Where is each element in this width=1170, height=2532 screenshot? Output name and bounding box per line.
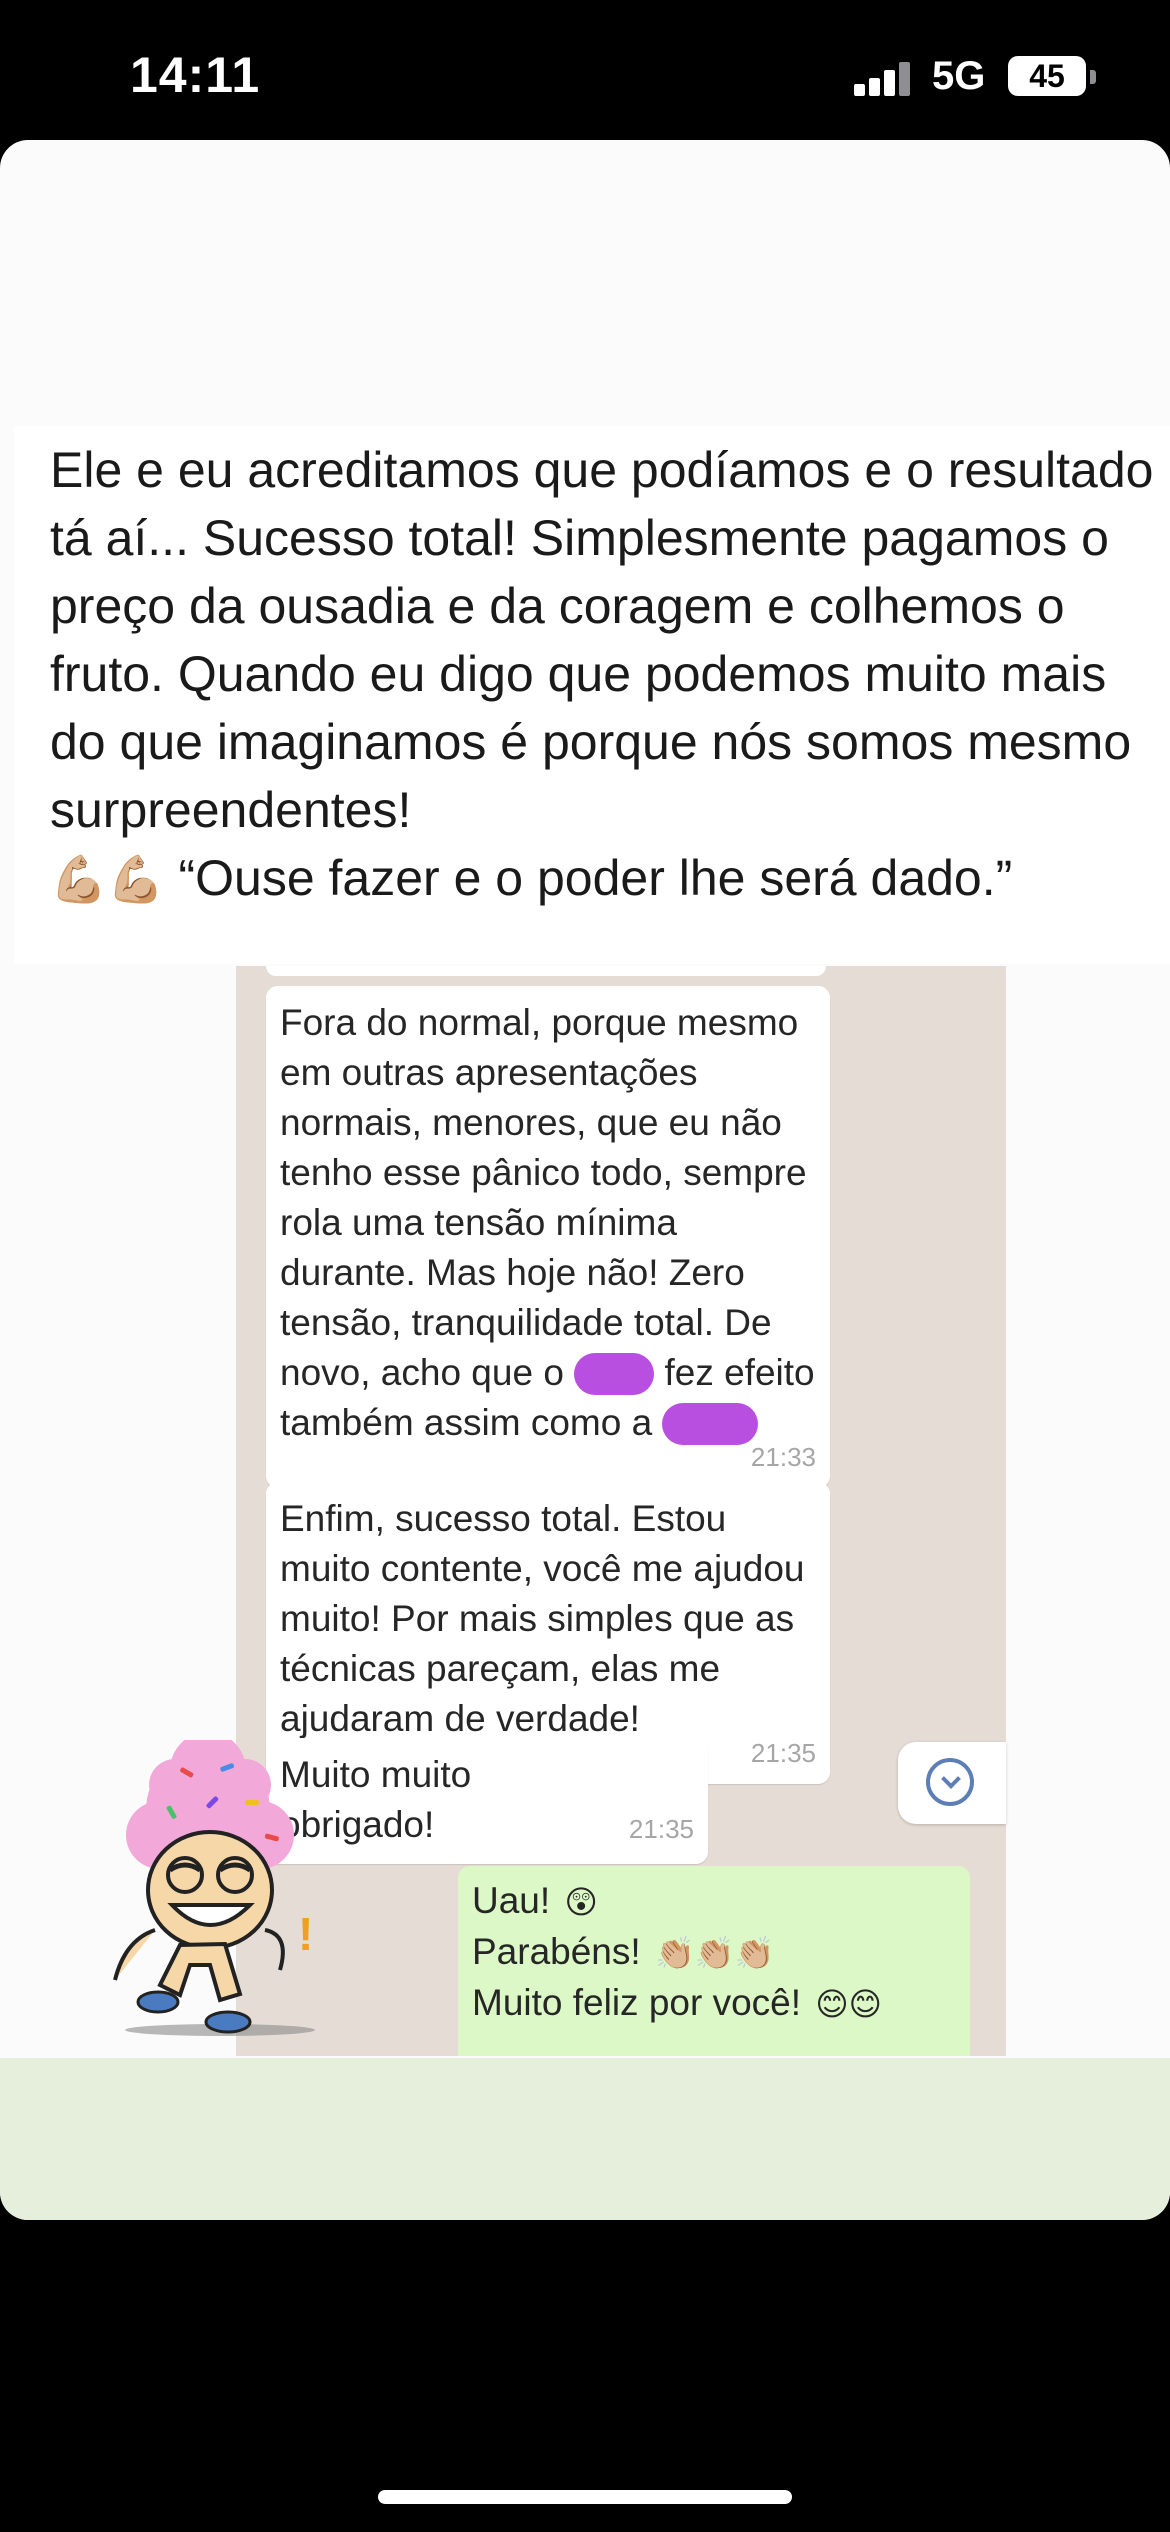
svg-text:!: ! bbox=[298, 1908, 313, 1960]
outgoing-line-1: Uau! 😲 bbox=[472, 1876, 956, 1927]
status-time: 14:11 bbox=[130, 47, 261, 103]
outgoing-text: Parabéns! bbox=[472, 1931, 641, 1972]
message-time: 21:35 bbox=[628, 1814, 694, 1844]
home-indicator[interactable] bbox=[378, 2490, 792, 2504]
battery-cap bbox=[1090, 70, 1096, 84]
cellular-signal-icon bbox=[854, 62, 910, 96]
previous-bubble-edge bbox=[266, 966, 826, 976]
outgoing-line-2: Parabéns! 👏🏼👏🏼👏🏼 bbox=[472, 1927, 956, 1978]
message-text: Fora do normal, porque mesmo em outras a… bbox=[280, 1002, 807, 1393]
outgoing-line-3: Muito feliz por você! 😊😊 bbox=[472, 1978, 956, 2029]
caption-box: Ele e eu acreditamos que podíamos e o re… bbox=[14, 426, 1170, 964]
battery-icon: 45 bbox=[1008, 56, 1086, 96]
chat-message-outgoing: Uau! 😲 Parabéns! 👏🏼👏🏼👏🏼 Muito feliz por … bbox=[458, 1866, 970, 2056]
chat-screenshot: Fora do normal, porque mesmo em outras a… bbox=[236, 966, 1006, 2056]
redacted-word bbox=[574, 1353, 655, 1395]
smiling-face-icon: 😊😊 bbox=[815, 1986, 883, 2022]
chevron-down-icon bbox=[926, 1758, 974, 1806]
message-text: Enfim, sucesso total. Estou muito conten… bbox=[280, 1498, 805, 1739]
message-time: 21:35 bbox=[750, 1738, 816, 1768]
chat-message-1: Fora do normal, porque mesmo em outras a… bbox=[266, 986, 830, 1488]
bottom-strip bbox=[0, 2058, 1170, 2220]
astonished-face-icon: 😲 bbox=[564, 1884, 598, 1920]
clapping-hands-icon: 👏🏼👏🏼👏🏼 bbox=[654, 1935, 775, 1971]
flexed-biceps-icon: 💪🏼💪🏼 bbox=[50, 853, 165, 905]
status-bar: 14:11 5G 45 bbox=[0, 0, 1170, 140]
caption-text: Ele e eu acreditamos que podíamos e o re… bbox=[50, 442, 1154, 838]
outgoing-text: Uau! bbox=[472, 1880, 551, 1921]
cartoon-sticker[interactable]: ! bbox=[80, 1740, 340, 2040]
outgoing-text: Muito feliz por você! bbox=[472, 1982, 802, 2023]
caption-quote-row: 💪🏼💪🏼 “Ouse fazer e o poder lhe será dado… bbox=[50, 844, 1170, 913]
network-type: 5G bbox=[932, 54, 986, 98]
message-time: 21:33 bbox=[750, 1442, 816, 1472]
redacted-word bbox=[662, 1403, 759, 1445]
caption-quote: “Ouse fazer e o poder lhe será dado.” bbox=[178, 850, 1013, 906]
scroll-down-button bbox=[898, 1742, 1006, 1824]
